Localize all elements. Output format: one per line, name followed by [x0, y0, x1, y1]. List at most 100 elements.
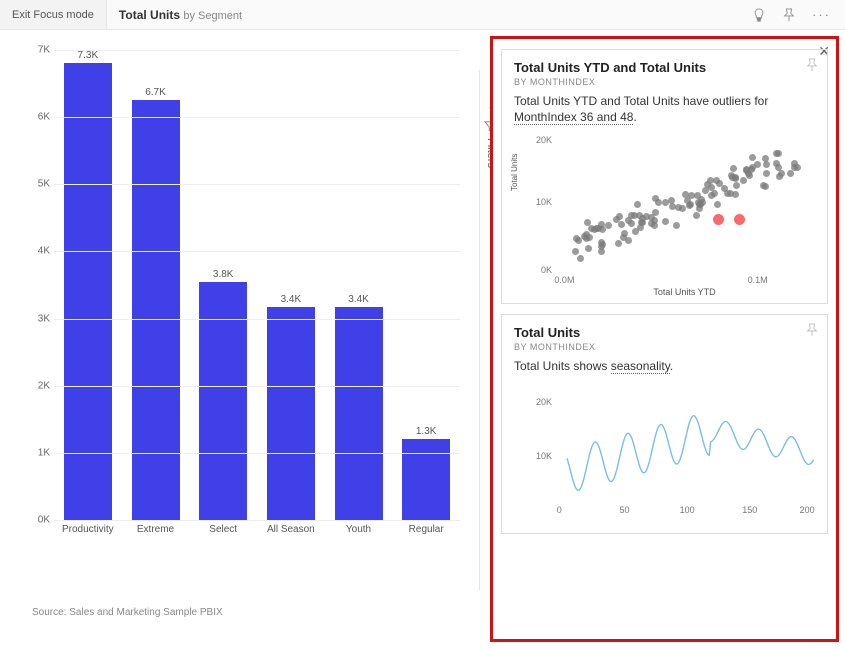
gridline [54, 453, 460, 454]
main: 0K1K2K3K4K5K6K7K 7.3K6.7K3.8K3.4K3.4K1.3… [0, 30, 845, 650]
line-chart: 20K 10K 0 50 100 150 200 [514, 385, 815, 525]
lightbulb-icon[interactable] [752, 8, 766, 22]
scatter-y-axis: 20K 10K 0K Total Units [514, 135, 554, 275]
bar-rect [64, 63, 112, 520]
more-icon[interactable]: ··· [812, 7, 831, 22]
data-point [760, 182, 767, 189]
chart-plot: 7.3K 6.7K 3.8K 3.4K 3.4K 1.3K [54, 50, 460, 520]
data-point [794, 164, 801, 171]
line-plot [554, 385, 815, 505]
data-point [732, 174, 739, 181]
data-point [628, 220, 635, 227]
data-point [775, 150, 782, 157]
data-point [787, 170, 794, 177]
data-point [584, 219, 591, 226]
insight-card-outliers: Total Units YTD and Total Units BY MONTH… [501, 49, 828, 304]
data-point [662, 218, 669, 225]
scatter-chart: 20K 10K 0K Total Units 0.0M 0.1M Total U… [514, 135, 815, 295]
gridline [54, 386, 460, 387]
y-tick: 2K [38, 380, 50, 391]
data-point [639, 219, 646, 226]
data-point [763, 170, 770, 177]
bar-rect [402, 439, 450, 520]
y-tick: 6K [38, 112, 50, 123]
data-point [763, 161, 770, 168]
data-point [618, 221, 625, 228]
insight-card-seasonality: Total Units BY MONTHINDEX Total Units sh… [501, 314, 828, 533]
data-point [669, 203, 676, 210]
bar-select[interactable]: 3.8K [189, 50, 257, 520]
outlier-point [734, 214, 745, 225]
data-point [679, 205, 686, 212]
data-point [668, 197, 675, 204]
x-label: Regular [392, 520, 460, 550]
scatter-x-axis: 0.0M 0.1M Total Units YTD [554, 275, 815, 295]
y-tick: 4K [38, 246, 50, 257]
card-subtitle: BY MONTHINDEX [514, 77, 815, 87]
bar-regular[interactable]: 1.3K [392, 50, 460, 520]
gridline [54, 319, 460, 320]
data-point [615, 240, 622, 247]
gridline [54, 184, 460, 185]
x-label: All Season [257, 520, 325, 550]
insights-panel: ✕ Total Units YTD and Total Units BY MON… [490, 36, 839, 642]
top-bar: Exit Focus mode Total Units by Segment ·… [0, 0, 845, 30]
x-axis: ProductivityExtremeSelectAll SeasonYouth… [54, 520, 460, 550]
card-description: Total Units shows seasonality. [514, 358, 815, 374]
bar-all-season[interactable]: 3.4K [257, 50, 325, 520]
card-title: Total Units [514, 325, 815, 340]
bar-rect [267, 307, 315, 520]
y-tick: 7K [38, 45, 50, 56]
data-point [697, 201, 704, 208]
bar-extreme[interactable]: 6.7K [122, 50, 190, 520]
card-title: Total Units YTD and Total Units [514, 60, 815, 75]
y-axis: 0K1K2K3K4K5K6K7K [20, 50, 54, 520]
bar-value-label: 1.3K [416, 426, 437, 437]
bars-row: 7.3K 6.7K 3.8K 3.4K 3.4K 1.3K [54, 50, 460, 520]
data-point [634, 201, 641, 208]
bar-rect [132, 100, 180, 520]
bar-productivity[interactable]: 7.3K [54, 50, 122, 520]
data-point [583, 235, 590, 242]
toolbar-right: ··· [752, 7, 845, 22]
data-point [732, 191, 739, 198]
bar-value-label: 3.8K [213, 269, 234, 280]
pin-icon[interactable] [805, 58, 819, 72]
y-tick: 5K [38, 179, 50, 190]
data-point [730, 165, 737, 172]
page-title: Total Units by Segment [107, 8, 242, 22]
bar-chart-zone: 0K1K2K3K4K5K6K7K 7.3K6.7K3.8K3.4K3.4K1.3… [0, 30, 490, 650]
data-point [605, 222, 612, 229]
exit-focus-button[interactable]: Exit Focus mode [0, 0, 107, 29]
data-point [652, 195, 659, 202]
pin-icon[interactable] [805, 323, 819, 337]
data-point [693, 212, 700, 219]
x-label: Productivity [54, 520, 122, 550]
data-point [749, 164, 756, 171]
data-point [673, 222, 680, 229]
gridline [54, 251, 460, 252]
bar-youth[interactable]: 3.4K [325, 50, 393, 520]
data-point [572, 248, 579, 255]
bar-chart: 0K1K2K3K4K5K6K7K 7.3K6.7K3.8K3.4K3.4K1.3… [20, 50, 460, 550]
line-x-axis: 0 50 100 150 200 [554, 505, 815, 525]
pin-icon[interactable] [782, 8, 796, 22]
bar-value-label: 3.4K [348, 294, 369, 305]
y-tick: 1K [38, 447, 50, 458]
y-tick: 3K [38, 313, 50, 324]
title-main: Total Units [119, 8, 180, 22]
x-label: Select [189, 520, 257, 550]
bar-rect [335, 307, 383, 520]
gridline [54, 117, 460, 118]
source-text: Source: Sales and Marketing Sample PBIX [32, 607, 223, 618]
data-point [776, 173, 783, 180]
chart-separator [479, 70, 480, 590]
bar-value-label: 6.7K [145, 87, 166, 98]
gridline [54, 50, 460, 51]
data-point [775, 164, 782, 171]
x-label: Extreme [122, 520, 190, 550]
data-point [575, 237, 582, 244]
outlier-point [713, 214, 724, 225]
title-sub: by Segment [183, 10, 242, 22]
data-point [733, 182, 740, 189]
